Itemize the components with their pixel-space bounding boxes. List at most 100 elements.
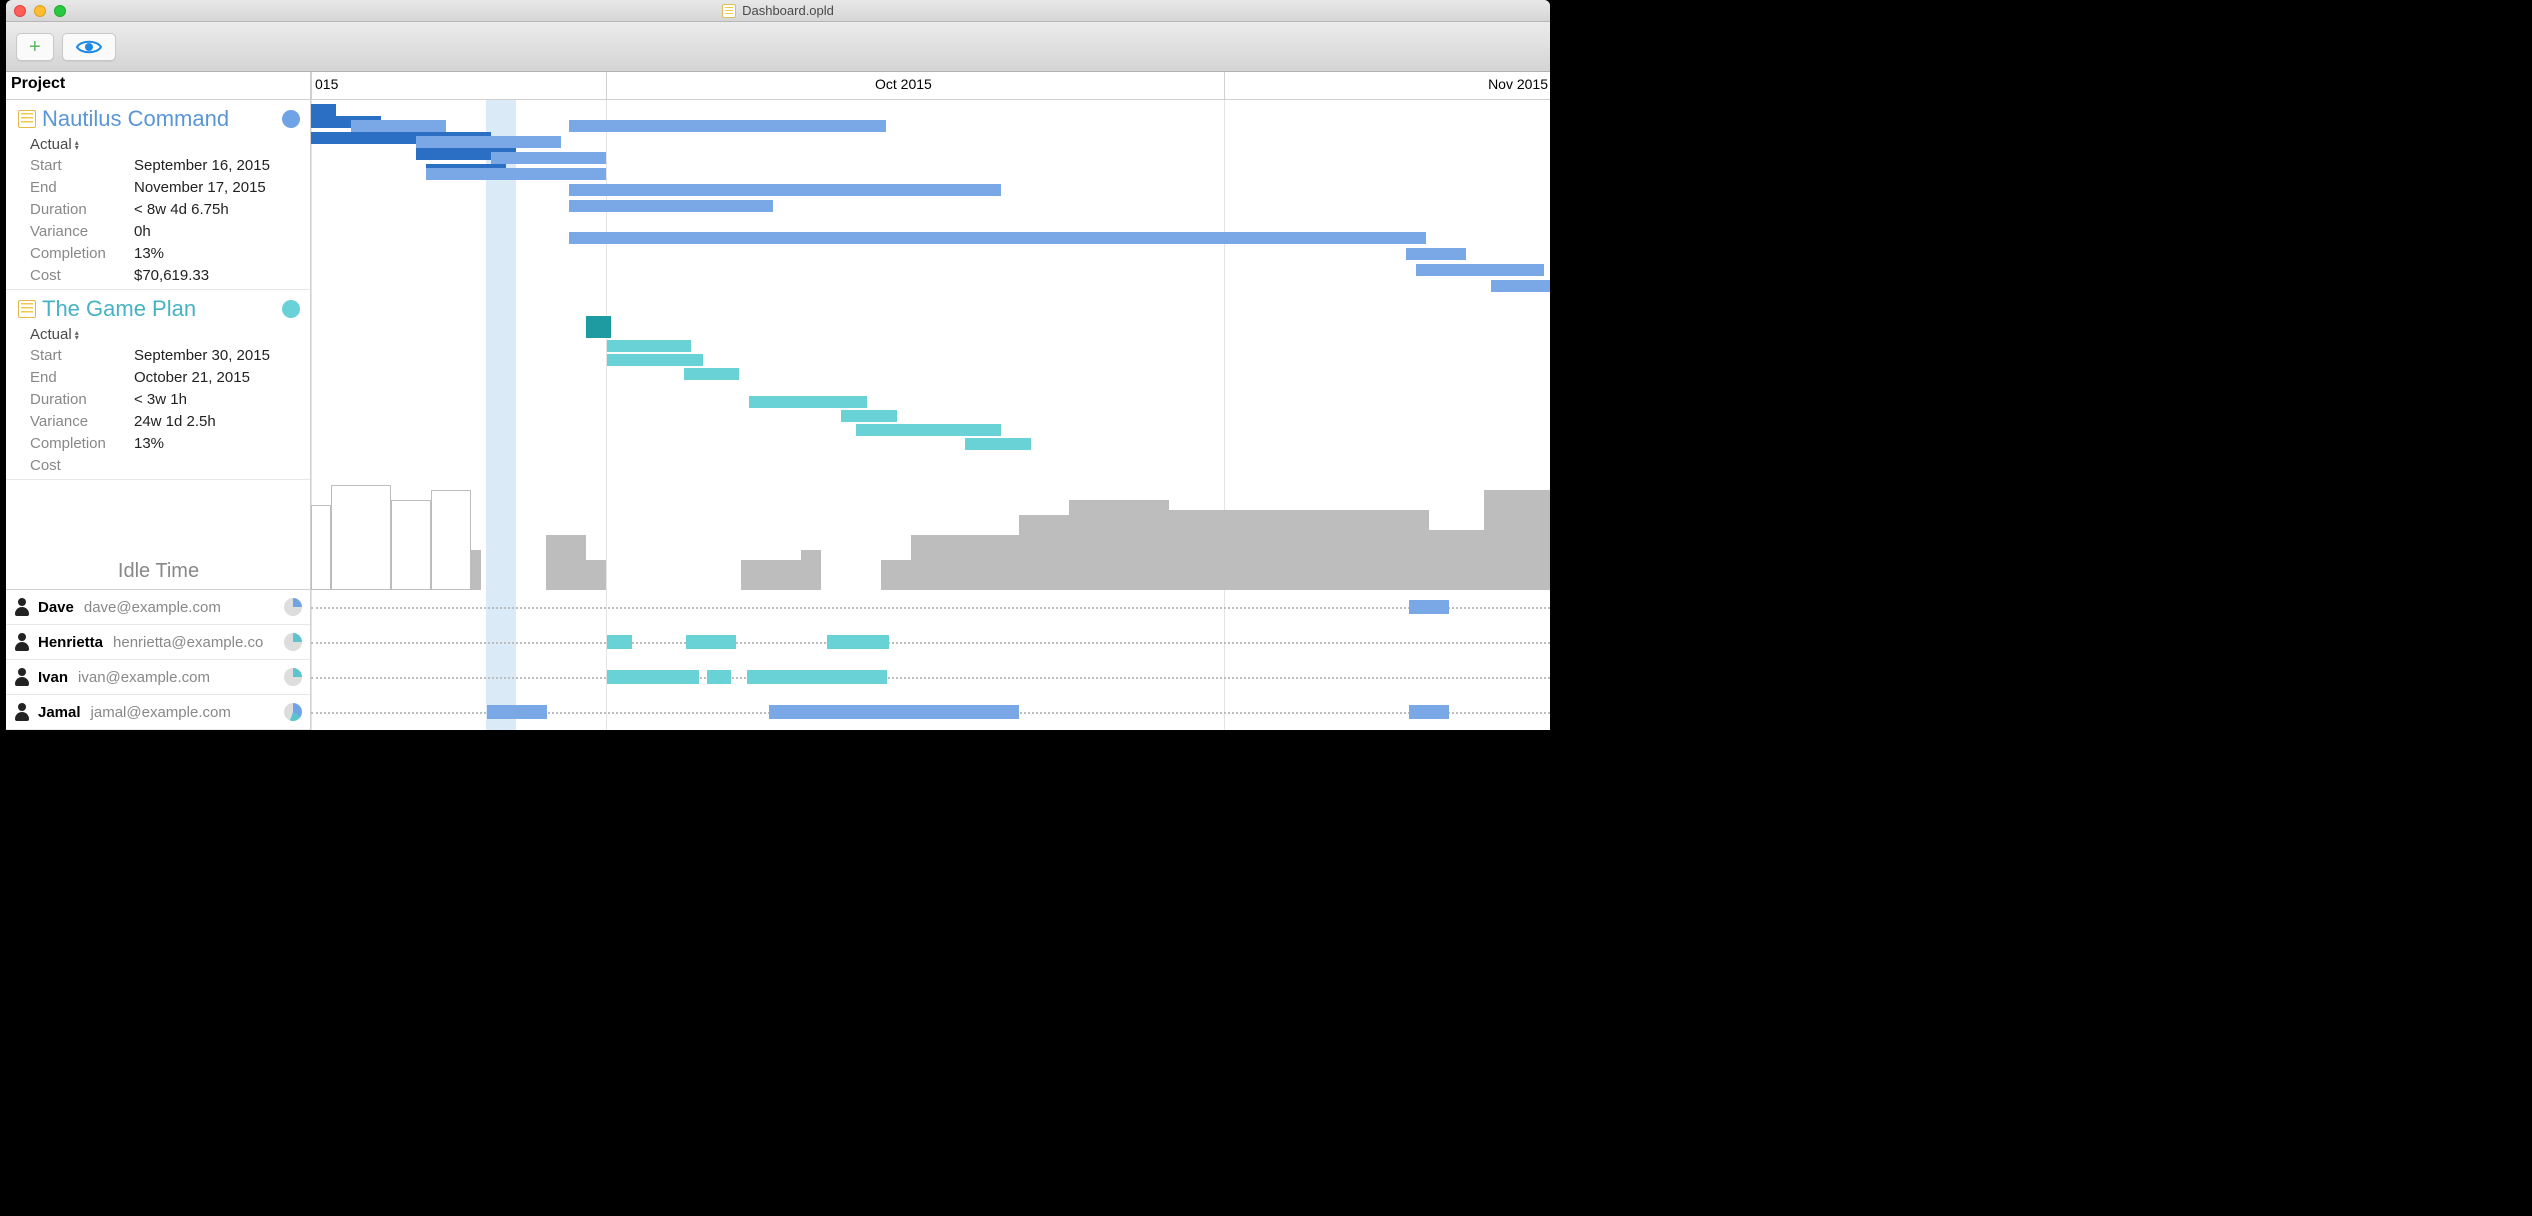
- gantt-bar[interactable]: [607, 354, 703, 366]
- window-controls: [14, 5, 66, 17]
- gantt-bar[interactable]: [684, 368, 739, 380]
- view-button[interactable]: [62, 33, 116, 61]
- gantt-bar[interactable]: [569, 184, 1001, 196]
- chevron-updown-icon: ▴▾: [75, 330, 79, 340]
- load-bar: [546, 535, 586, 590]
- gantt-bar[interactable]: [1406, 248, 1466, 260]
- chevron-updown-icon: ▴▾: [75, 140, 79, 150]
- allocation-pie-icon: [284, 633, 302, 651]
- project-column-header[interactable]: Project: [6, 72, 311, 99]
- resource-row-henrietta[interactable]: Henrietta henrietta@example.com: [6, 625, 310, 660]
- project-metadata: StartSeptember 16, 2015 EndNovember 17, …: [30, 155, 310, 287]
- timeline-header[interactable]: 015 Oct 2015 Nov 2015: [311, 72, 1550, 99]
- gantt-bar[interactable]: [426, 168, 606, 180]
- load-bar: [911, 535, 1019, 590]
- person-icon: [14, 598, 30, 616]
- gantt-bar[interactable]: [1491, 280, 1550, 292]
- allocation-pie-icon: [284, 668, 302, 686]
- gantt-bar[interactable]: [311, 104, 336, 116]
- project-icon: [18, 110, 36, 128]
- load-bar: [881, 560, 911, 590]
- document-icon: [722, 4, 736, 18]
- resource-bar[interactable]: [1409, 600, 1449, 614]
- gantt-bar[interactable]: [856, 424, 1001, 436]
- toolbar: +: [6, 22, 1550, 72]
- mode-label: Actual: [30, 136, 72, 153]
- gantt-bar[interactable]: [569, 120, 886, 132]
- gantt-bar[interactable]: [351, 120, 446, 132]
- resource-bar[interactable]: [607, 670, 699, 684]
- mode-selector[interactable]: Actual ▴▾: [30, 136, 310, 153]
- resource-row-dave[interactable]: Dave dave@example.com: [6, 590, 310, 625]
- allocation-pie-icon: [284, 598, 302, 616]
- gantt-bar[interactable]: [586, 316, 611, 338]
- field-label: Completion: [30, 433, 134, 455]
- resource-bar[interactable]: [707, 670, 731, 684]
- project-status-dot[interactable]: [282, 300, 300, 318]
- resource-timeline-henrietta[interactable]: [311, 625, 1550, 660]
- project-icon: [18, 300, 36, 318]
- project-metadata: StartSeptember 30, 2015 EndOctober 21, 2…: [30, 345, 310, 477]
- gantt-bar[interactable]: [569, 200, 773, 212]
- app-window: Dashboard.opld + Project 015 Oct 2015 No…: [6, 0, 1550, 730]
- project-status-dot[interactable]: [282, 110, 300, 128]
- gantt-bar[interactable]: [416, 136, 561, 148]
- load-bar: [1429, 530, 1484, 590]
- column-headers: Project 015 Oct 2015 Nov 2015: [6, 72, 1550, 100]
- field-label: End: [30, 177, 134, 199]
- resource-name: Ivan: [38, 669, 68, 686]
- gantt-bar[interactable]: [569, 232, 1426, 244]
- load-bar: [586, 560, 606, 590]
- field-label: Duration: [30, 389, 134, 411]
- allocation-pie-icon: [284, 703, 302, 721]
- load-bar: [1484, 490, 1550, 590]
- load-bar: [1069, 500, 1169, 590]
- zoom-window-button[interactable]: [54, 5, 66, 17]
- resource-bar[interactable]: [1409, 705, 1449, 719]
- load-bar: [431, 490, 471, 590]
- minimize-window-button[interactable]: [34, 5, 46, 17]
- gantt-bar[interactable]: [841, 410, 897, 422]
- gantt-bar[interactable]: [965, 438, 1031, 450]
- add-button[interactable]: +: [16, 33, 54, 61]
- mode-selector[interactable]: Actual ▴▾: [30, 326, 310, 343]
- resource-timeline-dave[interactable]: [311, 590, 1550, 625]
- field-label: Variance: [30, 221, 134, 243]
- timeline-label-oct: Oct 2015: [875, 76, 932, 92]
- field-value: 13%: [134, 433, 164, 455]
- resource-row-jamal[interactable]: Jamal jamal@example.com: [6, 695, 310, 730]
- project-sidebar: Nautilus Command Actual ▴▾ StartSeptembe…: [6, 100, 311, 730]
- load-bar: [1169, 510, 1429, 590]
- project-card-nautilus[interactable]: Nautilus Command Actual ▴▾ StartSeptembe…: [6, 100, 310, 290]
- resource-email: ivan@example.com: [78, 669, 210, 686]
- project-card-gameplan[interactable]: The Game Plan Actual ▴▾ StartSeptember 3…: [6, 290, 310, 480]
- resource-bar[interactable]: [769, 705, 1019, 719]
- field-value: < 3w 1h: [134, 389, 187, 411]
- resource-bar[interactable]: [827, 635, 889, 649]
- resource-bar[interactable]: [487, 705, 547, 719]
- idle-time-label: Idle Time: [118, 560, 199, 583]
- project-name[interactable]: The Game Plan: [42, 296, 196, 322]
- close-window-button[interactable]: [14, 5, 26, 17]
- resource-row-ivan[interactable]: Ivan ivan@example.com: [6, 660, 310, 695]
- gantt-bar[interactable]: [1416, 264, 1544, 276]
- timeline-tick: [1224, 72, 1225, 99]
- resource-timeline-jamal[interactable]: [311, 695, 1550, 730]
- load-bar: [331, 485, 391, 590]
- resource-timeline-ivan[interactable]: [311, 660, 1550, 695]
- titlebar[interactable]: Dashboard.opld: [6, 0, 1550, 22]
- load-bar: [471, 550, 481, 590]
- resource-bar[interactable]: [686, 635, 736, 649]
- field-value: < 8w 4d 6.75h: [134, 199, 229, 221]
- resource-bar[interactable]: [607, 635, 632, 649]
- field-value: $70,619.33: [134, 265, 209, 287]
- resource-bar[interactable]: [747, 670, 887, 684]
- gantt-bar[interactable]: [749, 396, 867, 408]
- timeline-tick: [311, 72, 312, 99]
- gantt-bar[interactable]: [581, 152, 606, 164]
- project-name[interactable]: Nautilus Command: [42, 106, 229, 132]
- field-label: Completion: [30, 243, 134, 265]
- gantt-bar[interactable]: [607, 340, 691, 352]
- plus-icon: +: [29, 37, 41, 57]
- mode-label: Actual: [30, 326, 72, 343]
